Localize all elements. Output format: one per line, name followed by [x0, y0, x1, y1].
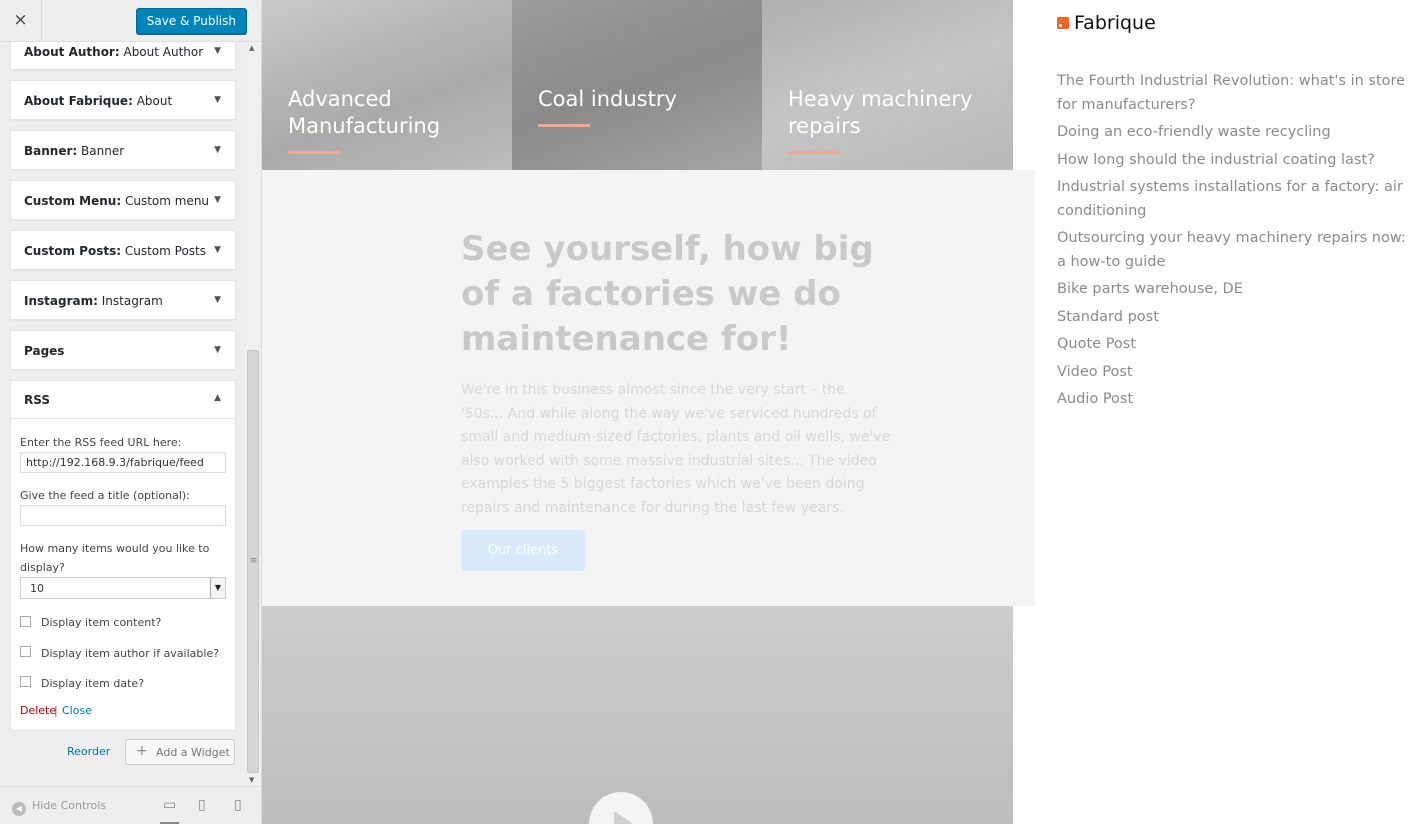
- rss-item[interactable]: Industrial systems installations for a f…: [1057, 176, 1407, 223]
- scroll-up-icon[interactable]: ▲: [249, 44, 254, 52]
- widget-title: Banner: Banner: [24, 144, 125, 158]
- save-publish-button[interactable]: Save & Publish: [135, 8, 247, 34]
- services-strip: Advanced Manufacturing Coal industry Hea…: [262, 0, 1013, 170]
- display-date-label: Display item date?: [41, 677, 145, 690]
- arrow-left-circle-icon: ◀: [12, 802, 26, 816]
- rss-output-title-text: Fabrique: [1074, 12, 1156, 34]
- triangle-down-icon[interactable]: ▼: [214, 95, 221, 105]
- sidebar-scrollbar[interactable]: ▲ ≡ ▼: [246, 42, 260, 786]
- accent-line: [788, 151, 840, 154]
- grip-icon: ≡: [250, 556, 258, 566]
- rss-url-label: Enter the RSS feed URL here:: [20, 436, 182, 449]
- hide-controls-button[interactable]: ◀ Hide Controls: [12, 799, 106, 816]
- hide-controls-label: Hide Controls: [32, 799, 107, 812]
- triangle-up-icon[interactable]: ▲: [214, 393, 221, 403]
- chevron-down-icon[interactable]: ▼: [210, 578, 225, 598]
- widget-title: Custom Posts: Custom Posts: [24, 244, 206, 258]
- rss-item[interactable]: Video Post: [1057, 361, 1407, 385]
- play-icon[interactable]: [589, 792, 653, 824]
- delete-link[interactable]: Delete: [20, 704, 56, 717]
- video-section: [262, 606, 1013, 824]
- triangle-down-icon[interactable]: ▼: [214, 46, 221, 56]
- widget-rss: RSS ▲ Enter the RSS feed URL here: Give …: [10, 380, 236, 731]
- panel-title: Coal industry: [538, 87, 677, 111]
- widget-title: Custom Menu: Custom menu: [24, 194, 210, 208]
- rss-url-input[interactable]: [20, 452, 226, 473]
- customizer-sidebar: About Author: About Author ▼ About Fabri…: [0, 0, 262, 824]
- triangle-down-icon[interactable]: ▼: [214, 345, 221, 355]
- rss-feed-icon: [1057, 17, 1069, 29]
- accent-line: [538, 124, 590, 127]
- triangle-down-icon[interactable]: ▼: [214, 295, 221, 305]
- rss-item[interactable]: Standard post: [1057, 306, 1407, 330]
- widget-title: About Author: About Author: [24, 45, 204, 59]
- rss-title-label: Give the feed a title (optional):: [20, 489, 190, 502]
- rss-item[interactable]: Audio Post: [1057, 388, 1407, 412]
- display-content-label: Display item content?: [41, 616, 162, 629]
- widget-title: About Fabrique: About: [24, 94, 173, 108]
- rss-item[interactable]: How long should the industrial coating l…: [1057, 149, 1407, 173]
- widget-title: RSS: [24, 393, 50, 407]
- section-heading: See yourself, how big of a factories we …: [461, 229, 874, 359]
- scrollbar-thumb[interactable]: ≡: [247, 350, 259, 773]
- service-panel-manufacturing[interactable]: Advanced Manufacturing: [262, 0, 512, 170]
- rss-items-label: How many items would you like to display…: [20, 542, 210, 574]
- rss-item[interactable]: Quote Post: [1057, 333, 1407, 357]
- widget-custom-posts[interactable]: Custom Posts: Custom Posts ▼: [10, 230, 236, 270]
- scroll-down-icon[interactable]: ▼: [249, 776, 254, 784]
- rss-widget-output: Fabrique The Fourth Industrial Revolutio…: [1057, 0, 1411, 824]
- panel-title: Advanced Manufacturing: [288, 87, 441, 138]
- close-icon[interactable]: ×: [0, 0, 42, 42]
- rss-item[interactable]: Bike parts warehouse, DE: [1057, 278, 1407, 302]
- close-link[interactable]: Close: [62, 704, 92, 717]
- widget-custom-menu[interactable]: Custom Menu: Custom menu ▼: [10, 180, 236, 220]
- tablet-icon[interactable]: ▯: [198, 797, 206, 813]
- rss-title-input[interactable]: [20, 505, 226, 526]
- rss-items-select[interactable]: 10 ▼: [20, 577, 226, 599]
- customizer-footer: ◀ Hide Controls ▭ ▯ ▯: [0, 786, 261, 824]
- service-panel-heavy-machinery[interactable]: Heavy machinery repairs: [762, 0, 1013, 170]
- link-separator: |: [54, 704, 58, 717]
- customizer-header: × Save & Publish: [0, 0, 261, 42]
- mobile-icon[interactable]: ▯: [234, 797, 242, 813]
- plus-icon: +: [136, 743, 148, 759]
- triangle-down-icon[interactable]: ▼: [214, 145, 221, 155]
- widget-title: Instagram: Instagram: [24, 294, 163, 308]
- rss-item[interactable]: Doing an eco-friendly waste recycling: [1057, 121, 1407, 145]
- widget-pages[interactable]: Pages ▼: [10, 330, 236, 370]
- widget-about-fabrique[interactable]: About Fabrique: About ▼: [10, 80, 236, 120]
- service-panel-coal[interactable]: Coal industry: [512, 0, 762, 170]
- display-date-checkbox[interactable]: [20, 676, 31, 687]
- triangle-down-icon[interactable]: ▼: [214, 195, 221, 205]
- rss-widget-header[interactable]: RSS ▲: [11, 381, 235, 419]
- display-author-label: Display item author if available?: [41, 647, 220, 660]
- widget-instagram[interactable]: Instagram: Instagram ▼: [10, 280, 236, 320]
- rss-output-title[interactable]: Fabrique: [1057, 12, 1156, 34]
- rss-item-list: The Fourth Industrial Revolution: what's…: [1057, 70, 1407, 416]
- about-section: See yourself, how big of a factories we …: [262, 170, 1035, 606]
- rss-item[interactable]: Outsourcing your heavy machinery repairs…: [1057, 227, 1407, 274]
- display-content-checkbox[interactable]: [20, 616, 31, 627]
- desktop-icon[interactable]: ▭: [160, 797, 180, 824]
- triangle-down-icon[interactable]: ▼: [214, 245, 221, 255]
- widget-title: Pages: [24, 344, 65, 358]
- display-author-checkbox[interactable]: [20, 646, 31, 657]
- rss-items-value: 10: [30, 582, 44, 595]
- rss-item[interactable]: The Fourth Industrial Revolution: what's…: [1057, 70, 1407, 117]
- widget-list: About Author: About Author ▼ About Fabri…: [10, 30, 236, 731]
- add-widget-button[interactable]: + Add a Widget: [125, 739, 235, 765]
- panel-title: Heavy machinery repairs: [788, 87, 973, 138]
- widget-banner[interactable]: Banner: Banner ▼: [10, 130, 236, 170]
- our-clients-button[interactable]: Our clients: [461, 530, 585, 571]
- accent-line: [288, 151, 340, 154]
- section-body: We're in this business almost since the …: [461, 382, 891, 516]
- add-widget-label: Add a Widget: [156, 746, 230, 759]
- reorder-link[interactable]: Reorder: [67, 745, 110, 758]
- site-preview: Advanced Manufacturing Coal industry Hea…: [262, 0, 1411, 824]
